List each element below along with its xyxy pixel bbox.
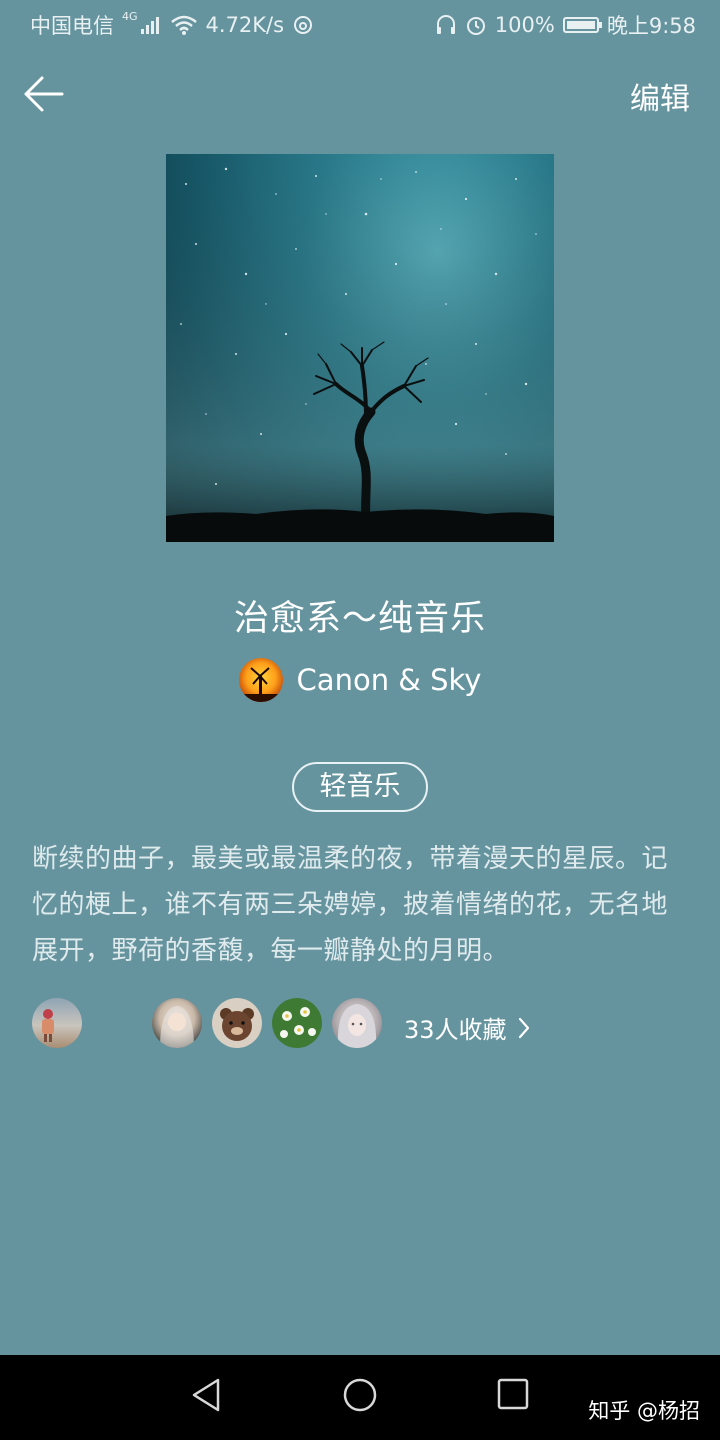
author-row[interactable]: Canon & Sky: [0, 658, 720, 702]
collector-avatar[interactable]: [32, 998, 82, 1048]
playlist-description: 断续的曲子，最美或最温柔的夜，带着漫天的星辰。记忆的梗上，谁不有两三朵娉婷，披着…: [32, 844, 669, 966]
headphones-icon: [436, 15, 455, 34]
collector-avatar[interactable]: [212, 998, 262, 1048]
nav-back-button[interactable]: [190, 1377, 222, 1417]
hooded-girl-icon: [160, 1006, 194, 1048]
top-bar: 编辑: [0, 60, 720, 130]
status-bar: 中国电信 4G 4.72K/s 100% 晚上9:58: [0, 0, 720, 50]
playlist-title: 治愈系～纯音乐: [233, 599, 486, 639]
square-recent-icon: [497, 1378, 529, 1410]
clock: 晚上9:58: [606, 14, 696, 38]
arrow-left-icon: [24, 76, 64, 112]
battery-percent: 100%: [494, 13, 555, 37]
circle-home-icon: [343, 1378, 377, 1412]
author-name[interactable]: Canon & Sky: [297, 663, 482, 697]
white-flowers-icon: [280, 1007, 316, 1038]
collectors-row: 33人收藏: [32, 998, 692, 1050]
network-type: 4G: [122, 10, 138, 23]
net-speed: 4.72K/s: [205, 13, 285, 37]
genre-tag[interactable]: 轻音乐: [292, 762, 428, 812]
collector-avatar[interactable]: [332, 998, 382, 1048]
bear-icon: [220, 1008, 254, 1041]
wifi-icon: [170, 15, 197, 35]
silver-hair-girl-icon: [337, 1004, 377, 1048]
author-avatar[interactable]: [238, 658, 283, 702]
battery-icon: [562, 17, 602, 33]
netease-music-icon: [294, 16, 313, 34]
watermark-text: 知乎 @杨招: [588, 1399, 700, 1423]
back-button[interactable]: [20, 72, 68, 116]
starry-tree-illustration: [166, 154, 554, 542]
playlist-cover-image[interactable]: [166, 154, 554, 542]
collector-avatar[interactable]: [152, 998, 202, 1048]
status-left: 中国电信 4G 4.72K/s: [30, 10, 314, 40]
system-nav-bar: 知乎 @杨招: [0, 1355, 720, 1440]
collector-avatar[interactable]: [272, 998, 322, 1048]
signal-icon: [140, 17, 159, 34]
status-right: 100% 晚上9:58: [435, 10, 696, 40]
sunset-windmill-icon: [238, 667, 283, 702]
nav-recent-button[interactable]: [496, 1377, 530, 1415]
nav-home-button[interactable]: [342, 1377, 378, 1417]
chevron-right-icon: [518, 1017, 529, 1038]
collect-count-label: 33人收藏: [404, 1016, 507, 1044]
triangle-back-icon: [192, 1378, 220, 1412]
edit-button[interactable]: 编辑: [630, 74, 690, 118]
collect-count-link[interactable]: 33人收藏: [404, 1010, 531, 1045]
carrier-label: 中国电信: [30, 14, 114, 38]
alarm-icon: [466, 17, 485, 35]
child-figure-icon: [42, 1009, 54, 1042]
